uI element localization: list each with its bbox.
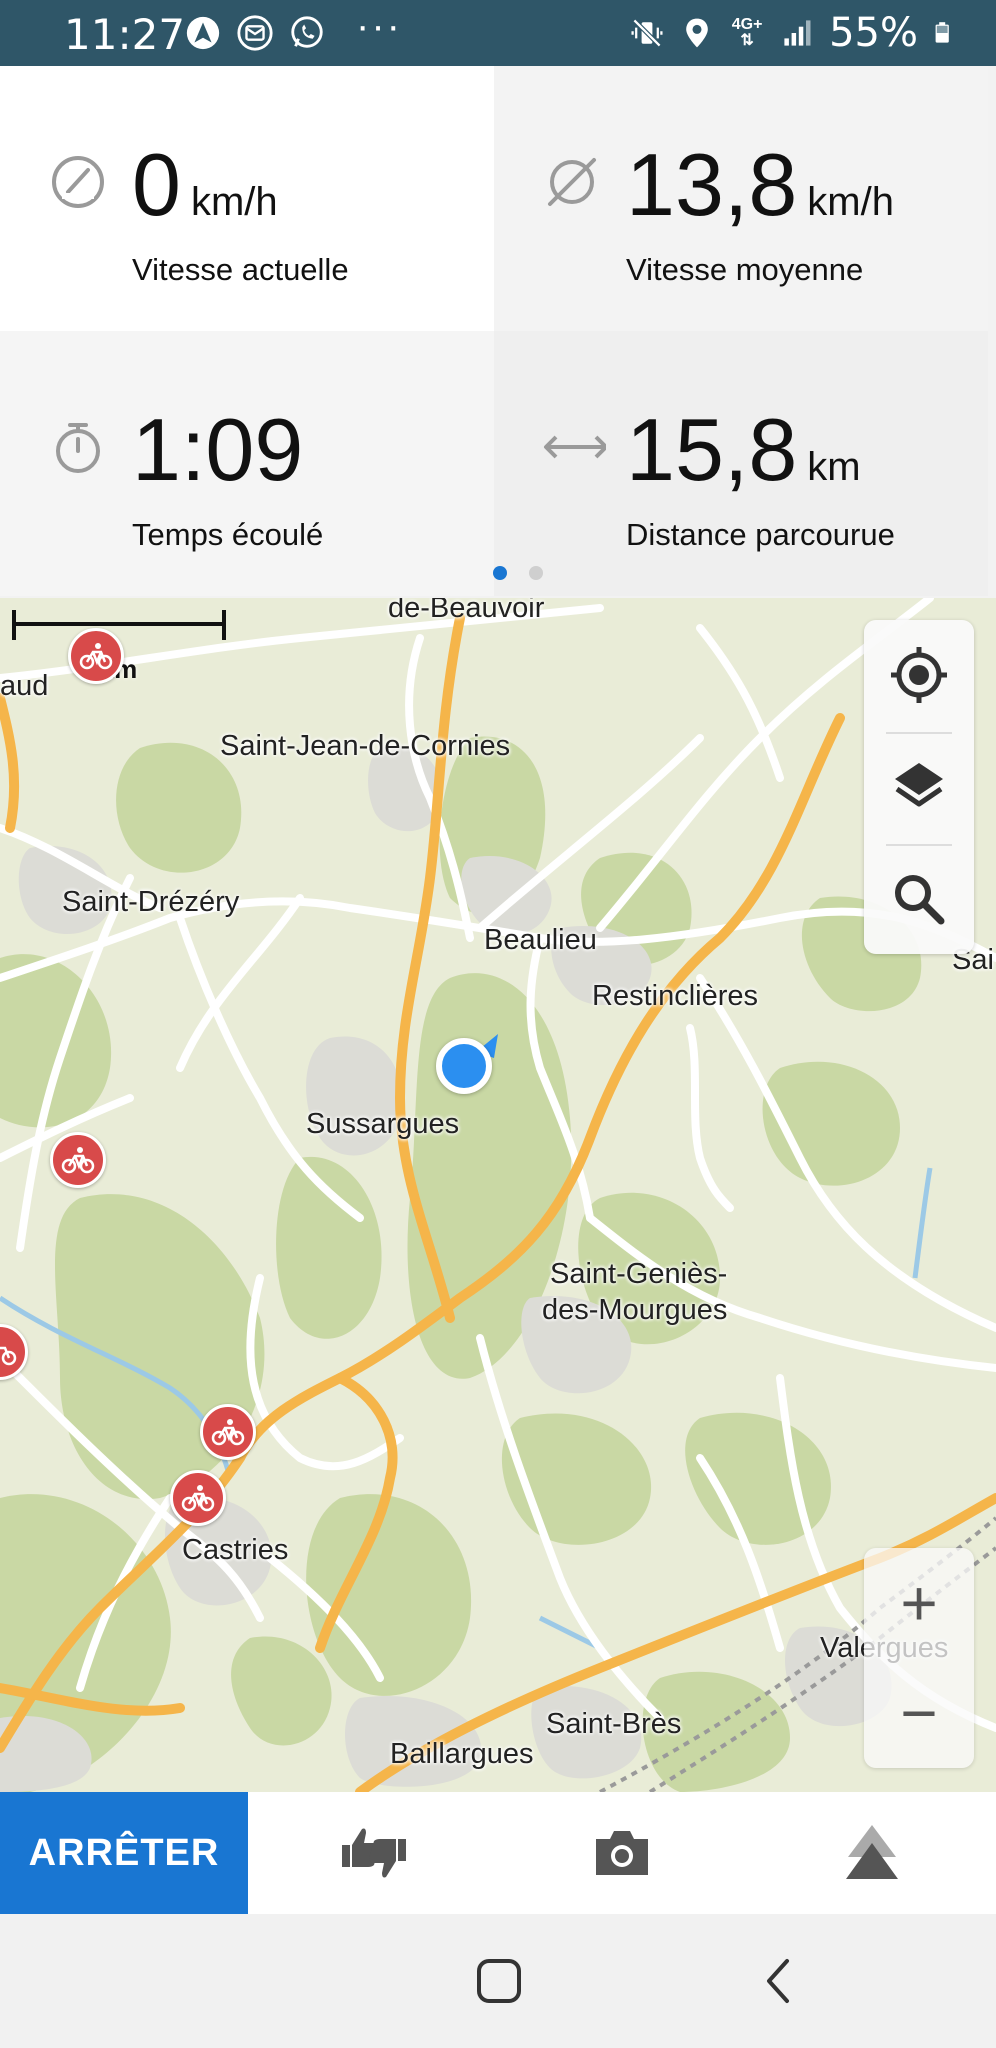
page-dot-2[interactable] bbox=[529, 566, 543, 580]
stat-distance: 15,8 km Distance parcourue bbox=[494, 331, 988, 596]
camera-button[interactable] bbox=[562, 1792, 682, 1914]
place-label: de-Beauvoir bbox=[388, 598, 545, 624]
average-speed-number: 13,8 bbox=[626, 135, 798, 234]
current-speed-unit: km/h bbox=[190, 180, 278, 224]
whatsapp-icon bbox=[291, 16, 323, 48]
status-bar: 11:27 ··· 4G+ ⇅ 55% bbox=[0, 0, 996, 66]
search-icon bbox=[895, 875, 945, 925]
distance-arrows-icon bbox=[544, 435, 606, 459]
stat-average-speed: 13,8 km/h Vitesse moyenne bbox=[494, 66, 988, 331]
average-speed-label: Vitesse moyenne bbox=[626, 252, 864, 287]
action-bar: ARRÊTER bbox=[0, 1792, 996, 1914]
battery-percent: 55% bbox=[829, 10, 918, 56]
place-label: Beaulieu bbox=[484, 924, 597, 956]
zoom-out-button[interactable]: − bbox=[864, 1658, 974, 1768]
place-label: Sussargues bbox=[306, 1108, 460, 1140]
distance-unit: km bbox=[807, 445, 861, 489]
distance-value: 15,8 km bbox=[626, 399, 861, 501]
place-label: Saint-Drézéry bbox=[62, 886, 240, 918]
bike-poi-marker[interactable] bbox=[50, 1132, 106, 1188]
current-speed-label: Vitesse actuelle bbox=[132, 252, 349, 287]
back-button[interactable] bbox=[744, 1946, 814, 2016]
current-speed-number: 0 bbox=[132, 135, 181, 234]
bicycle-icon bbox=[61, 1147, 95, 1174]
distance-label: Distance parcourue bbox=[626, 517, 895, 552]
place-label: Baillargues bbox=[390, 1738, 534, 1770]
search-button[interactable] bbox=[864, 844, 974, 954]
elapsed-time-number: 1:09 bbox=[132, 400, 304, 499]
current-speed-value: 0 km/h bbox=[132, 134, 278, 236]
layers-icon bbox=[895, 763, 943, 807]
email-icon bbox=[237, 15, 273, 51]
map-tiles[interactable] bbox=[0, 598, 996, 1792]
place-label: des-Mourgues bbox=[542, 1294, 728, 1326]
home-square-icon bbox=[477, 1959, 521, 2003]
layers-button[interactable] bbox=[864, 732, 974, 842]
home-button[interactable] bbox=[464, 1946, 534, 2016]
distance-number: 15,8 bbox=[626, 400, 798, 499]
zoom-controls: + − bbox=[864, 1548, 974, 1768]
place-label: Saint-Jean-de-Cornies bbox=[220, 730, 511, 762]
average-speed-unit: km/h bbox=[807, 180, 894, 224]
place-label: aud bbox=[0, 670, 49, 702]
network-icon: 4G+ ⇅ bbox=[731, 16, 763, 49]
camera-icon bbox=[596, 1831, 648, 1875]
scale-tick-right bbox=[222, 610, 226, 640]
bike-poi-marker[interactable] bbox=[200, 1404, 256, 1460]
stats-panel[interactable]: 0 km/h Vitesse actuelle 13,8 km/h Vitesse … bbox=[0, 66, 996, 598]
elevation-icon bbox=[846, 1825, 898, 1879]
locate-button[interactable] bbox=[864, 620, 974, 730]
bike-poi-marker[interactable] bbox=[68, 628, 124, 684]
elapsed-time-value: 1:09 bbox=[132, 399, 313, 501]
average-speed-value: 13,8 km/h bbox=[626, 134, 894, 236]
map-controls-top bbox=[864, 620, 974, 954]
status-time: 11:27 bbox=[64, 10, 186, 59]
stat-current-speed: 0 km/h Vitesse actuelle bbox=[0, 66, 494, 331]
more-notifications-icon: ··· bbox=[356, 4, 402, 48]
location-icon bbox=[686, 18, 708, 48]
signal-icon bbox=[784, 20, 811, 46]
stat-elapsed-time: 1:09 Temps écoulé bbox=[0, 331, 494, 596]
bike-poi-marker[interactable] bbox=[170, 1470, 226, 1526]
network-type: 4G+ bbox=[731, 16, 763, 33]
page-dot-1[interactable] bbox=[493, 566, 507, 580]
system-nav-bar bbox=[0, 1914, 996, 2048]
average-icon bbox=[548, 158, 596, 206]
bicycle-icon bbox=[211, 1419, 245, 1446]
vibrate-mute-icon bbox=[631, 18, 663, 48]
bicycle-icon bbox=[79, 643, 113, 670]
navigation-app-icon bbox=[186, 16, 220, 50]
crosshair-icon bbox=[891, 647, 947, 703]
page-indicator[interactable] bbox=[0, 566, 996, 586]
scale-bar bbox=[12, 622, 226, 626]
rate-button[interactable] bbox=[314, 1792, 434, 1914]
place-label: Restinclières bbox=[592, 980, 758, 1012]
place-label: Castries bbox=[182, 1534, 289, 1566]
back-chevron-icon bbox=[767, 1959, 789, 2003]
thumbs-up-down-icon bbox=[342, 1828, 406, 1878]
elapsed-time-label: Temps écoulé bbox=[132, 517, 324, 552]
bicycle-icon bbox=[0, 1346, 17, 1366]
elevation-button[interactable] bbox=[812, 1792, 932, 1914]
notification-icons bbox=[184, 14, 326, 52]
battery-icon bbox=[935, 22, 949, 43]
bicycle-icon bbox=[181, 1485, 215, 1512]
map-view[interactable]: 2 km de-Beauvoir aud Saint-Jean-de-Corni… bbox=[0, 598, 996, 1792]
system-status-icons: 4G+ ⇅ 55% bbox=[629, 10, 956, 56]
scale-tick-left bbox=[12, 610, 16, 640]
zoom-in-button[interactable]: + bbox=[864, 1548, 974, 1658]
current-location-marker bbox=[436, 1038, 492, 1094]
place-label: Saint-Brès bbox=[546, 1708, 682, 1740]
stop-button[interactable]: ARRÊTER bbox=[0, 1792, 248, 1914]
speedometer-icon bbox=[52, 156, 104, 208]
stopwatch-icon bbox=[56, 423, 100, 473]
place-label: Saint-Geniès- bbox=[550, 1258, 728, 1290]
